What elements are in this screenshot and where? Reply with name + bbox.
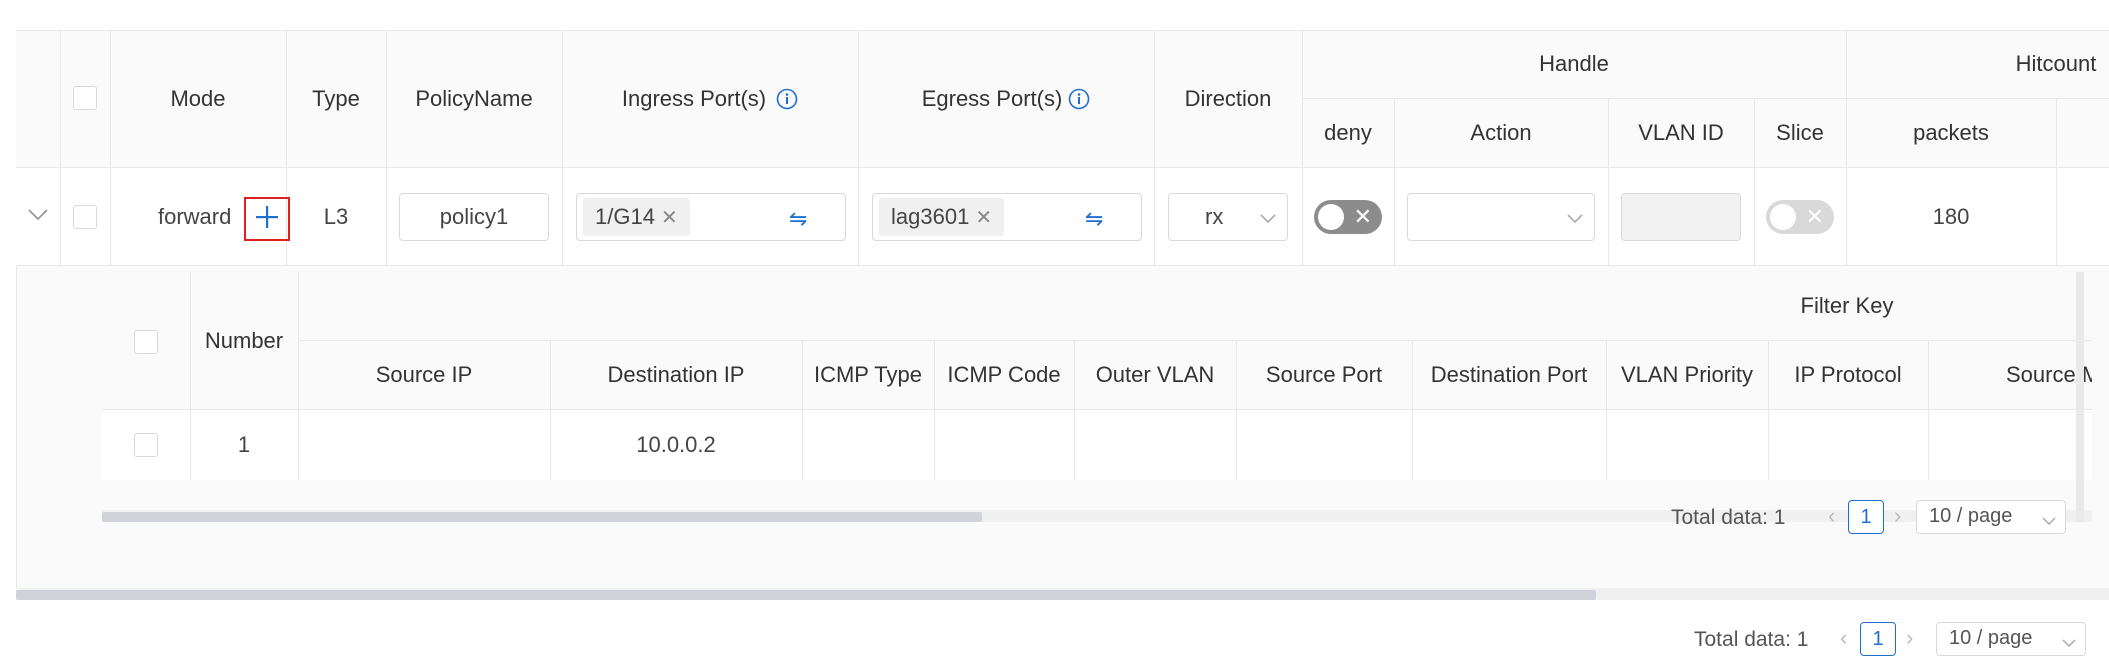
direction-value: rx [1205,204,1224,229]
filter-table-vscroll[interactable] [2076,272,2084,522]
header-handle: Handle [1539,51,1609,76]
add-filter-button[interactable] [244,197,290,241]
header-source-port: Source Port [1265,362,1383,387]
chevron-down-icon [2061,635,2077,653]
policy-name-input[interactable]: policy1 [399,193,549,241]
close-icon[interactable]: ✕ [975,205,992,230]
page-size-value: 10 / page [1929,505,2013,527]
packets-value: 180 [1932,204,1970,229]
vlan-id-input[interactable] [1621,193,1741,241]
next-page-button[interactable]: › [1894,503,1901,529]
egress-port-tag: lag3601 ✕ [879,198,1005,236]
header-vlan-id: VLAN ID [1638,120,1724,145]
header-direction: Direction [1184,86,1272,111]
ingress-ports-select[interactable]: 1/G14 ✕ ⇋ [576,193,846,241]
chevron-down-icon [1259,212,1277,230]
egress-port-tag-label: lag3601 [891,204,970,229]
header-egress-ports-label: Egress Port(s) [921,86,1063,111]
info-icon[interactable] [776,88,798,110]
header-destination-port: Destination Port [1430,362,1588,387]
header-ip-protocol: IP Protocol [1794,362,1902,387]
header-vlan-priority: VLAN Priority [1620,362,1754,387]
plus-icon [255,205,279,234]
header-icmp-type: ICMP Type [813,362,922,387]
header-source-ip: Source IP [375,362,473,387]
header-number: Number [204,328,284,353]
outer-prev-page-button[interactable]: ‹ [1840,625,1847,651]
select-all-checkbox[interactable] [73,86,97,110]
chevron-down-icon [27,208,49,227]
header-egress-ports: Egress Port(s) [858,30,1154,168]
header-outer-vlan: Outer VLAN [1095,362,1215,387]
main-table: Mode Type PolicyName Ingress Port(s) Egr… [16,30,2109,600]
info-icon[interactable] [1068,88,1090,110]
outer-page-size-select[interactable]: 10 / page [1936,622,2086,656]
expand-row-button[interactable] [16,168,60,266]
filter-table-scrollbar-thumb[interactable] [102,512,982,522]
chevron-down-icon [1566,212,1584,230]
header-policy-name: PolicyName [415,86,533,111]
select-all-filters-checkbox[interactable] [134,330,158,354]
header-filter-key: Filter Key [1800,293,1894,318]
deny-toggle[interactable]: ✕ [1314,200,1382,234]
prev-page-button[interactable]: ‹ [1828,503,1835,529]
outer-total-data: Total data: 1 [1694,628,1809,651]
filter-total-data: Total data: 1 [1671,506,1786,529]
filter-source-ip-value [298,410,550,480]
mode-value: forward [158,204,232,229]
header-deny: deny [1324,120,1372,145]
filter-number-value: 1 [237,432,251,457]
row-checkbox[interactable] [73,205,97,229]
slice-toggle[interactable]: ✕ [1766,200,1834,234]
swap-icon[interactable]: ⇋ [789,206,807,232]
outer-next-page-button[interactable]: › [1906,625,1913,651]
filter-row-checkbox[interactable] [134,433,158,457]
close-icon[interactable]: ✕ [661,205,678,230]
header-ingress-ports: Ingress Port(s) [562,30,858,168]
chevron-down-icon [2041,513,2057,531]
page-size-select[interactable]: 10 / page [1916,500,2066,534]
direction-select[interactable]: rx [1168,193,1288,241]
page-1-button[interactable]: 1 [1848,500,1884,534]
swap-icon[interactable]: ⇋ [1085,206,1103,232]
header-destination-ip: Destination IP [607,362,745,387]
main-table-scrollbar-thumb[interactable] [16,590,1596,600]
page-1-label: 1 [1860,505,1872,528]
outer-page-1-label: 1 [1872,627,1884,650]
outer-page-1-button[interactable]: 1 [1860,622,1896,656]
outer-page-size-value: 10 / page [1949,627,2033,649]
header-icmp-code: ICMP Code [947,362,1061,387]
type-value: L3 [323,204,349,229]
ingress-port-tag-label: 1/G14 [595,204,655,229]
header-ingress-ports-label: Ingress Port(s) [621,86,767,111]
ingress-port-tag: 1/G14 ✕ [583,198,690,236]
action-select[interactable] [1407,193,1595,241]
header-action: Action [1470,120,1532,145]
filter-destination-ip-value: 10.0.0.2 [636,432,716,457]
header-type: Type [312,86,360,111]
policy-name-value: policy1 [439,204,509,229]
header-mode: Mode [170,86,226,111]
header-packets: packets [1913,120,1989,145]
egress-ports-select[interactable]: lag3601 ✕ ⇋ [872,193,1142,241]
header-slice: Slice [1776,120,1824,145]
filter-key-table: Number Filter Key Source IP Destination … [102,272,2092,522]
header-hitcount: Hitcount [2015,51,2097,76]
